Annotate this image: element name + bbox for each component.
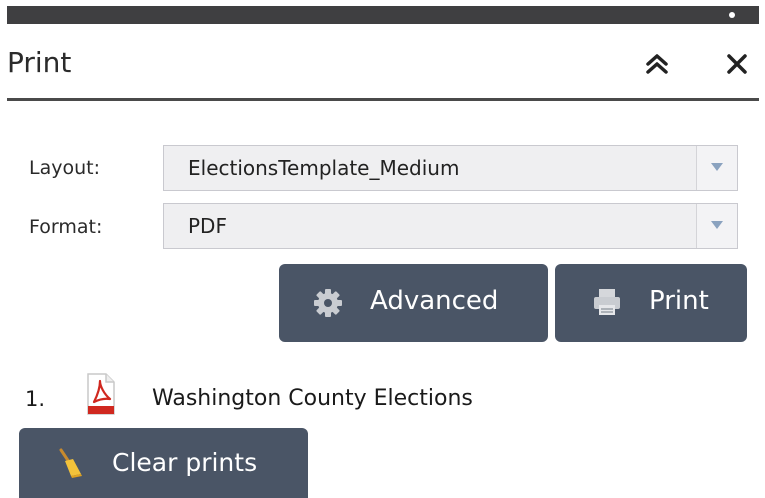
double-chevron-up-icon (646, 54, 668, 74)
print-button-label: Print (649, 286, 709, 316)
print-button[interactable]: Print (555, 264, 747, 342)
status-dot (729, 12, 735, 18)
clear-prints-label: Clear prints (112, 448, 258, 477)
pdf-file-icon (87, 373, 115, 415)
collapse-button[interactable] (643, 50, 671, 78)
panel-top-bar (7, 6, 759, 24)
chevron-down-icon (711, 221, 723, 229)
gear-icon (314, 289, 342, 317)
panel-title: Print (7, 46, 72, 79)
format-label: Format: (29, 216, 103, 238)
list-item-number: 1. (25, 387, 46, 411)
layout-select[interactable]: ElectionsTemplate_Medium (163, 145, 738, 191)
advanced-button-label: Advanced (370, 286, 499, 316)
printer-icon (594, 289, 620, 315)
format-select-value: PDF (188, 214, 227, 238)
panel-header: Print (7, 24, 759, 101)
advanced-button[interactable]: Advanced (279, 264, 548, 342)
clear-prints-button[interactable]: Clear prints (19, 428, 308, 498)
close-button[interactable] (723, 50, 751, 78)
layout-label: Layout: (29, 157, 100, 179)
format-dropdown-button[interactable] (696, 204, 737, 248)
close-icon (727, 54, 747, 74)
print-result-link[interactable]: Washington County Elections (152, 386, 473, 411)
chevron-down-icon (711, 163, 723, 171)
layout-select-value: ElectionsTemplate_Medium (188, 156, 460, 180)
format-select[interactable]: PDF (163, 203, 738, 249)
layout-dropdown-button[interactable] (696, 146, 737, 190)
broom-icon (59, 448, 82, 478)
